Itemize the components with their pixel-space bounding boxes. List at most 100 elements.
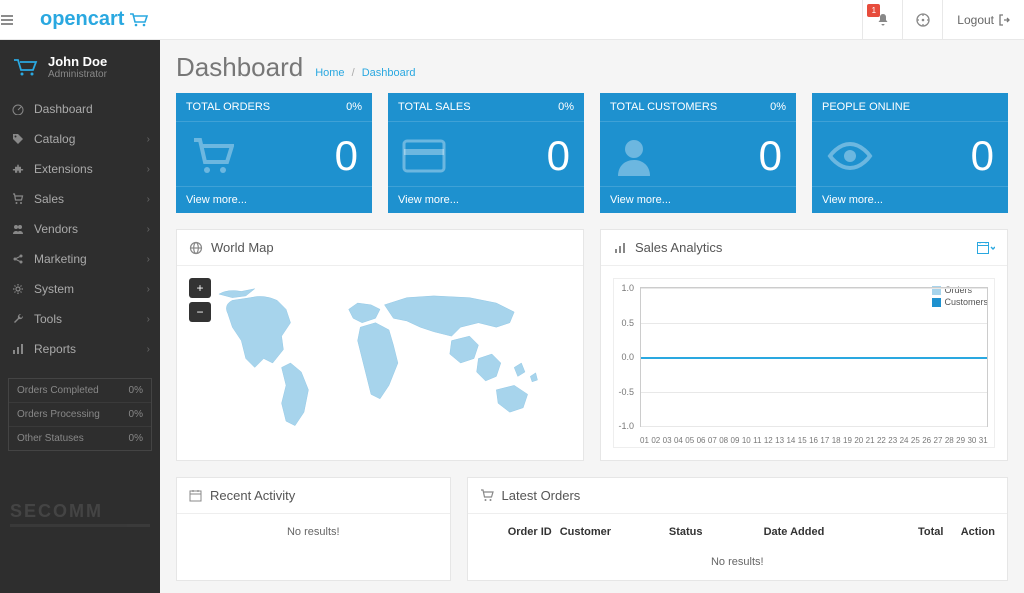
chevron-right-icon: › (147, 314, 150, 325)
orders-columns: Order ID Customer Status Date Added Tota… (480, 520, 995, 544)
gear-icon (12, 283, 24, 295)
chevron-right-icon: › (147, 134, 150, 145)
notification-badge: 1 (867, 4, 880, 17)
chart-icon (12, 343, 24, 355)
help-button[interactable] (902, 0, 942, 40)
chevron-right-icon: › (147, 224, 150, 235)
watermark: SECOMM (0, 501, 160, 527)
breadcrumb-home[interactable]: Home (315, 67, 344, 79)
stat-tile-cart: TOTAL ORDERS0%0View more... (176, 93, 372, 213)
user-icon (614, 136, 654, 176)
user-name: John Doe (48, 54, 107, 69)
sidebar-item-vendors[interactable]: Vendors › (0, 214, 160, 244)
sidebar-stat-row: Orders Processing0% (9, 403, 151, 427)
tile-title: TOTAL CUSTOMERS (610, 101, 717, 113)
sidebar-item-reports[interactable]: Reports › (0, 334, 160, 364)
sidebar-item-catalog[interactable]: Catalog › (0, 124, 160, 154)
sidebar-item-label: Dashboard (34, 102, 93, 116)
cart-icon (12, 193, 24, 205)
sidebar-stat-row: Other Statuses0% (9, 427, 151, 450)
recent-empty: No results! (177, 514, 450, 550)
main-content: Dashboard Home / Dashboard TOTAL ORDERS 0… (160, 40, 1024, 593)
tile-title: PEOPLE ONLINE (822, 101, 910, 113)
brand-text: opencart (40, 8, 124, 31)
chevron-right-icon: › (147, 164, 150, 175)
sidebar-stats: Orders Completed0%Orders Processing0%Oth… (8, 378, 152, 451)
stat-tiles: TOTAL ORDERS 0% 0 View more... TOTAL SALES 0%… (176, 93, 1008, 213)
sidebar-item-label: Marketing (34, 252, 87, 266)
map-zoom-out-button[interactable]: − (189, 302, 211, 322)
sidebar-item-label: Tools (34, 312, 62, 326)
sidebar-item-label: Vendors (34, 222, 78, 236)
tile-title: TOTAL ORDERS (186, 101, 270, 113)
tile-value: 0 (759, 132, 782, 180)
tile-title: TOTAL SALES (398, 101, 471, 113)
stat-tile-user: TOTAL CUSTOMERS 0% 0 View more... (600, 93, 796, 213)
tag-icon (12, 133, 24, 145)
tile-view-more-link[interactable]: View more... (388, 186, 584, 213)
analytics-range-button[interactable] (977, 242, 995, 254)
sidebar-item-dashboard[interactable]: Dashboard (0, 94, 160, 124)
map-zoom-controls: + − (189, 278, 211, 322)
chart-grid (640, 287, 988, 427)
share-icon (12, 253, 24, 265)
sidebar-stat-row: Orders Completed0% (9, 379, 151, 403)
brand-logo[interactable]: opencart (40, 8, 150, 31)
cart-icon (190, 136, 234, 176)
tile-view-more-link[interactable]: View more... (812, 186, 1008, 213)
sidebar-item-system[interactable]: System › (0, 274, 160, 304)
tile-pct: 0% (770, 101, 786, 113)
sales-analytics-panel: Sales Analytics Orders Customers 1.00.50… (600, 229, 1008, 461)
cart-icon (480, 489, 494, 502)
breadcrumb-current[interactable]: Dashboard (362, 67, 416, 79)
world-map-panel: World Map + − (176, 229, 584, 461)
sidebar-item-marketing[interactable]: Marketing › (0, 244, 160, 274)
sidebar-item-sales[interactable]: Sales › (0, 184, 160, 214)
sidebar-user: John Doe Administrator (0, 40, 160, 94)
wrench-icon (12, 313, 24, 325)
sidebar-item-label: Catalog (34, 132, 75, 146)
map-title: World Map (211, 240, 274, 255)
users-icon (12, 223, 24, 235)
tile-pct: 0% (346, 101, 362, 113)
tile-view-more-link[interactable]: View more... (176, 186, 372, 213)
breadcrumb: Home / Dashboard (315, 67, 415, 79)
chevron-right-icon: › (147, 344, 150, 355)
chevron-right-icon: › (147, 284, 150, 295)
orders-empty: No results! (480, 544, 995, 580)
dashboard-icon (12, 103, 24, 115)
globe-icon (189, 241, 203, 255)
recent-activity-panel: Recent Activity No results! (176, 477, 451, 581)
sidebar-item-label: Extensions (34, 162, 93, 176)
stat-tile-card: TOTAL SALES 0% 0 View more... (388, 93, 584, 213)
sidebar-item-label: Sales (34, 192, 64, 206)
sidebar: John Doe Administrator Dashboard Catalog ›… (0, 40, 160, 593)
world-map-svg[interactable] (189, 278, 571, 448)
sidebar-item-label: Reports (34, 342, 76, 356)
chevron-right-icon: › (147, 194, 150, 205)
sidebar-nav: DashboardCatalog›Extensions›Sales›Vendor… (0, 94, 160, 364)
stat-tile-eye: PEOPLE ONLINE 0 View more... (812, 93, 1008, 213)
calendar-icon (189, 489, 202, 502)
recent-title: Recent Activity (210, 488, 295, 503)
tile-value: 0 (547, 132, 570, 180)
sidebar-item-label: System (34, 282, 74, 296)
tile-value: 0 (971, 132, 994, 180)
tile-pct: 0% (558, 101, 574, 113)
logout-label: Logout (957, 13, 994, 27)
top-header: opencart 1 Logout (0, 0, 1024, 40)
bar-chart-icon (613, 241, 627, 255)
orders-title: Latest Orders (502, 488, 581, 503)
page-title: Dashboard (176, 52, 303, 83)
user-role: Administrator (48, 69, 107, 80)
logout-button[interactable]: Logout (942, 0, 1024, 40)
notifications-button[interactable]: 1 (862, 0, 902, 40)
sidebar-item-extensions[interactable]: Extensions › (0, 154, 160, 184)
map-zoom-in-button[interactable]: + (189, 278, 211, 298)
chevron-right-icon: › (147, 254, 150, 265)
eye-icon (826, 140, 874, 172)
menu-toggle-button[interactable] (0, 13, 40, 27)
sidebar-item-tools[interactable]: Tools › (0, 304, 160, 334)
card-icon (402, 139, 446, 173)
tile-view-more-link[interactable]: View more... (600, 186, 796, 213)
